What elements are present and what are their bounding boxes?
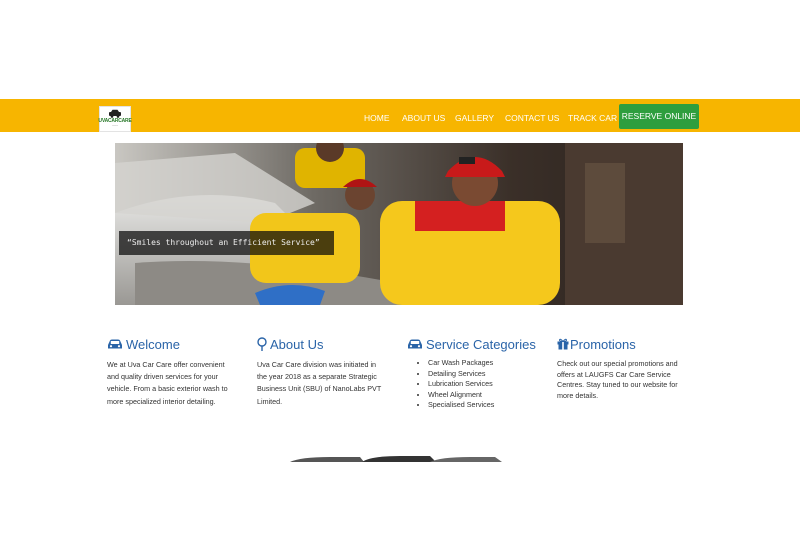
map-pin-icon [257, 337, 267, 351]
welcome-heading: Welcome [107, 336, 247, 352]
services-title: Service Categories [426, 336, 536, 352]
gift-icon [557, 338, 569, 350]
promotions-line: offers at LAUGFS Car Care Service [557, 369, 671, 379]
service-item: Specialised Services [428, 400, 547, 411]
nav-home[interactable]: HOME [364, 112, 390, 124]
hero-tagline: “Smiles throughout an Efficient Service” [119, 231, 334, 255]
nav-track-car[interactable]: TRACK CAR [568, 112, 617, 124]
reserve-online-button[interactable]: RESERVE ONLINE [619, 104, 699, 129]
hero-banner [115, 143, 683, 305]
promotions-line: more details. [557, 390, 599, 400]
promotions-text: Check out our special promotions and off… [557, 359, 697, 401]
hero-image [115, 143, 683, 305]
about-title: About Us [270, 336, 324, 352]
services-heading: Service Categories [407, 336, 547, 352]
service-item: Detailing Services [428, 369, 547, 380]
logo-car-icon [109, 109, 121, 118]
car-icon [407, 339, 423, 350]
service-item: Car Wash Packages [428, 358, 547, 369]
welcome-title: Welcome [126, 336, 180, 352]
about-line: Uva Car Care division was initiated in [257, 360, 377, 369]
services-list: Car Wash Packages Detailing Services Lub… [407, 358, 547, 411]
welcome-text: We at Uva Car Care offer convenient and … [107, 359, 247, 408]
about-heading: About Us [257, 336, 397, 352]
welcome-section: Welcome We at Uva Car Care offer conveni… [107, 336, 247, 408]
about-line: the year 2018 as a separate Strategic [257, 372, 377, 382]
welcome-line: more specialized interior detailing. [107, 396, 216, 406]
nav-contact-us[interactable]: CONTACT US [505, 112, 559, 124]
service-item: Lubrication Services [428, 379, 547, 390]
car-icon [107, 339, 123, 350]
about-line: Business Unit (SBU) of NanoLabs PVT [257, 384, 382, 394]
welcome-line: We at Uva Car Care offer convenient [107, 360, 225, 369]
about-section: About Us Uva Car Care division was initi… [257, 336, 397, 408]
service-item: Wheel Alignment [428, 390, 547, 401]
welcome-line: and quality driven services for your [107, 372, 219, 382]
about-line: Limited. [257, 396, 283, 406]
promotions-heading: Promotions [557, 336, 697, 352]
promotions-title: Promotions [570, 336, 636, 352]
promotions-section: Promotions Check out our special promoti… [557, 336, 697, 401]
promotions-line: Centres. Stay tuned to our website for [557, 380, 678, 390]
car-lineup-image [290, 449, 502, 462]
nav-gallery[interactable]: GALLERY [455, 112, 494, 124]
about-text: Uva Car Care division was initiated in t… [257, 359, 397, 408]
nav-about-us[interactable]: ABOUT US [402, 112, 445, 124]
site-logo[interactable]: UVACARCARE ~~~~ [98, 106, 132, 132]
logo-subtext: ~~~~ [112, 124, 118, 127]
welcome-line: vehicle. From a basic exterior wash to [107, 384, 228, 394]
services-section: Service Categories Car Wash Packages Det… [407, 336, 547, 411]
promotions-line: Check out our special promotions and [557, 359, 678, 368]
